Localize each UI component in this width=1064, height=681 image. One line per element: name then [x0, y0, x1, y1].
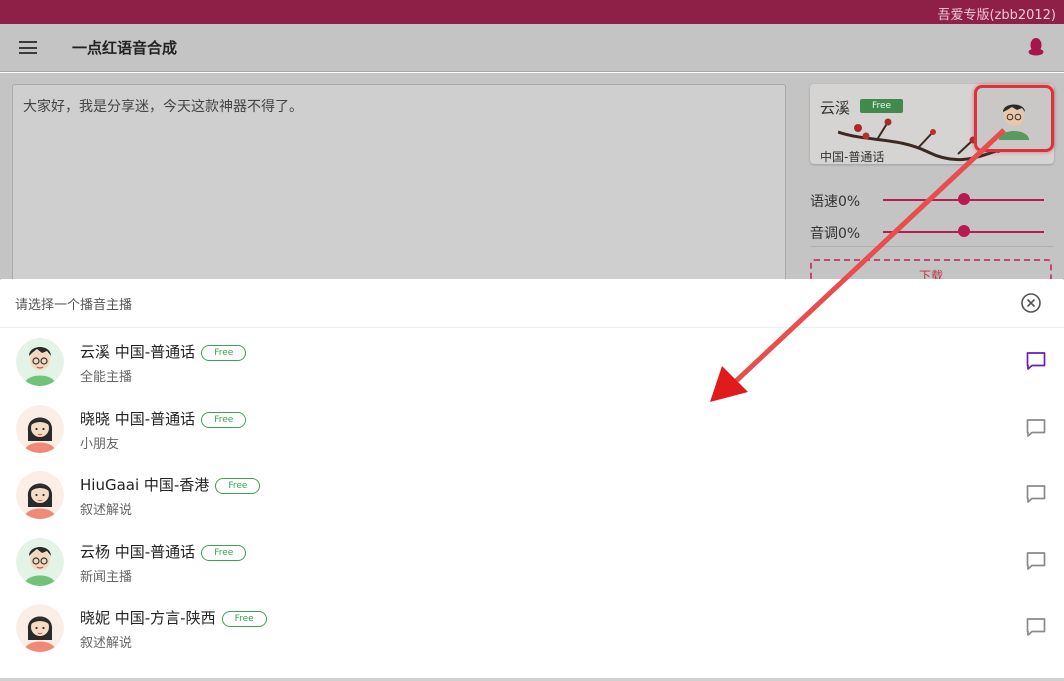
voice-list-item[interactable]: 晓妮 中国-方言-陕西 Free 叙述解说	[0, 595, 1064, 661]
voice-name-text: 云溪 中国-普通话	[80, 343, 196, 361]
sheet-title: 请选择一个播音主播	[15, 298, 133, 313]
female-avatar-icon	[16, 404, 64, 453]
free-badge: Free	[201, 345, 247, 361]
female-avatar-icon	[16, 604, 64, 652]
current-voice-avatar[interactable]	[974, 85, 1054, 152]
voice-list-item[interactable]: 云杨 中国-普通话 Free 新闻主播	[0, 529, 1064, 595]
watermark-strip: 吾爱专版(zbb2012)	[0, 0, 1064, 24]
voice-description: 叙述解说	[80, 636, 133, 651]
voice-name: 云溪 中国-普通话 Free	[80, 341, 247, 362]
app-title: 一点红语音合成	[72, 39, 178, 57]
free-badge: Free	[201, 544, 247, 561]
free-badge: Free	[201, 411, 247, 428]
voice-name: 晓妮 中国-方言-陕西 Free	[80, 607, 267, 628]
female-avatar-icon	[16, 471, 64, 519]
voice-avatar	[16, 471, 64, 519]
voice-description: 新闻主播	[80, 569, 133, 585]
voice-avatar	[16, 338, 64, 386]
voice-name-text: 晓晓 中国-普通话	[80, 409, 196, 428]
pitch-slider[interactable]: 音调0%	[810, 222, 1054, 242]
voice-list-item[interactable]: 晓晓 中国-普通话 Free 小朋友	[0, 396, 1064, 462]
voice-description: 小朋友	[80, 436, 120, 452]
close-circle-icon[interactable]	[1020, 292, 1042, 314]
watermark-text: 吾爱专版(zbb2012)	[937, 8, 1056, 23]
chat-bubble-icon[interactable]	[1025, 550, 1047, 572]
voice-name-text: HiuGaai 中国-香港	[80, 476, 210, 494]
male-avatar-icon	[999, 104, 1029, 140]
pitch-thumb[interactable]	[957, 225, 970, 237]
voice-name-text: 云杨 中国-普通话	[80, 542, 196, 561]
free-badge: Free	[221, 611, 267, 627]
speed-slider[interactable]: 语速0%	[810, 190, 1054, 210]
voice-description: 叙述解说	[80, 503, 133, 518]
divider	[810, 246, 1054, 247]
sheet-header: 请选择一个播音主播	[0, 279, 1064, 328]
chat-bubble-icon[interactable]	[1025, 616, 1047, 638]
voice-list-item[interactable]: 云溪 中国-普通话 Free 全能主播	[0, 329, 1064, 395]
voice-avatar	[16, 404, 64, 453]
voice-avatar	[16, 537, 64, 586]
voice-list-item[interactable]: HiuGaai 中国-香港 Free 叙述解说	[0, 462, 1064, 528]
current-voice-name: 云溪	[820, 99, 851, 117]
voice-picker-sheet: 请选择一个播音主播 云溪 中国-普通话 Free 全能主播晓晓 中国-普通话 Free…	[0, 279, 1064, 681]
male-avatar-icon	[16, 338, 64, 386]
voice-name: 云杨 中国-普通话 Free	[80, 541, 247, 562]
chat-bubble-icon[interactable]	[1025, 350, 1047, 372]
chat-bubble-icon[interactable]	[1025, 483, 1047, 505]
hamburger-menu-icon[interactable]	[19, 41, 37, 54]
speed-thumb[interactable]	[957, 193, 970, 205]
current-voice-language: 中国-普通话	[820, 150, 885, 164]
speed-label: 语速0%	[810, 194, 861, 210]
voice-name: 晓晓 中国-普通话 Free	[80, 408, 247, 429]
voice-name: HiuGaai 中国-香港 Free	[80, 474, 261, 495]
current-voice-free-badge: Free	[860, 99, 904, 113]
male-avatar-icon	[16, 537, 64, 586]
app-bar: 一点红语音合成	[0, 24, 1064, 72]
free-badge: Free	[215, 478, 261, 494]
voice-name-text: 晓妮 中国-方言-陕西	[80, 609, 216, 627]
chat-bubble-icon[interactable]	[1025, 417, 1047, 439]
pitch-label: 音调0%	[810, 226, 861, 242]
qq-penguin-icon[interactable]	[1028, 37, 1044, 57]
voice-avatar	[16, 604, 64, 652]
voice-description: 全能主播	[80, 370, 133, 385]
